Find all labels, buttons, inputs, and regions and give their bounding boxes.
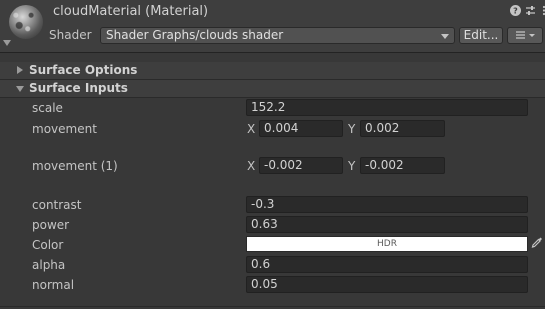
help-icon[interactable]: ?: [509, 4, 522, 17]
movement1-x-field[interactable]: -0.002: [259, 157, 343, 174]
color-swatch[interactable]: HDR: [246, 236, 528, 252]
scale-field[interactable]: 152.2: [246, 99, 528, 116]
alpha-field[interactable]: 0.6: [246, 256, 528, 273]
color-label: Color: [32, 238, 64, 252]
svg-text:?: ?: [513, 7, 518, 16]
shader-dropdown-value: Shader Graphs/clouds shader: [106, 28, 284, 42]
movement-label: movement: [32, 122, 97, 136]
eyedropper-icon[interactable]: [531, 236, 543, 250]
presets-icon[interactable]: [524, 4, 537, 17]
movement-x-field[interactable]: 0.004: [259, 120, 343, 137]
movement1-label: movement (1): [32, 159, 118, 173]
movement-y-field[interactable]: 0.002: [360, 120, 445, 137]
edit-shader-button[interactable]: Edit...: [459, 27, 503, 44]
divider: [0, 306, 545, 307]
scale-label: scale: [32, 101, 63, 115]
alpha-label: alpha: [32, 258, 66, 272]
movement-y-label: Y: [348, 122, 356, 136]
more-menu-icon[interactable]: [537, 4, 545, 17]
movement-x-label: X: [247, 122, 256, 136]
surface-inputs-label: Surface Inputs: [29, 81, 128, 95]
shader-label: Shader: [49, 28, 92, 42]
shader-dropdown[interactable]: Shader Graphs/clouds shader: [100, 27, 455, 44]
movement1-x-label: X: [247, 159, 256, 173]
chevron-down-icon: [16, 86, 24, 92]
power-field[interactable]: 0.63: [246, 216, 528, 233]
movement1-y-field[interactable]: -0.002: [360, 157, 445, 174]
chevron-down-icon: [441, 34, 449, 39]
list-menu-icon: [516, 31, 535, 39]
list-menu-button[interactable]: [507, 27, 543, 44]
surface-options-foldout[interactable]: Surface Options: [0, 62, 545, 80]
chevron-right-icon: [17, 66, 23, 74]
inspector-header: cloudMaterial (Material) ? Shader Shader…: [0, 0, 545, 53]
material-preview-thumbnail[interactable]: [9, 5, 43, 39]
foldout-arrow-icon[interactable]: [3, 40, 11, 46]
contrast-label: contrast: [32, 198, 82, 212]
material-title: cloudMaterial (Material): [53, 4, 209, 19]
normal-field[interactable]: 0.05: [246, 276, 528, 293]
power-label: power: [32, 218, 70, 232]
contrast-field[interactable]: -0.3: [246, 196, 528, 213]
surface-options-label: Surface Options: [29, 63, 138, 77]
normal-label: normal: [32, 278, 75, 292]
movement1-y-label: Y: [348, 159, 356, 173]
surface-inputs-foldout[interactable]: Surface Inputs: [0, 80, 545, 98]
